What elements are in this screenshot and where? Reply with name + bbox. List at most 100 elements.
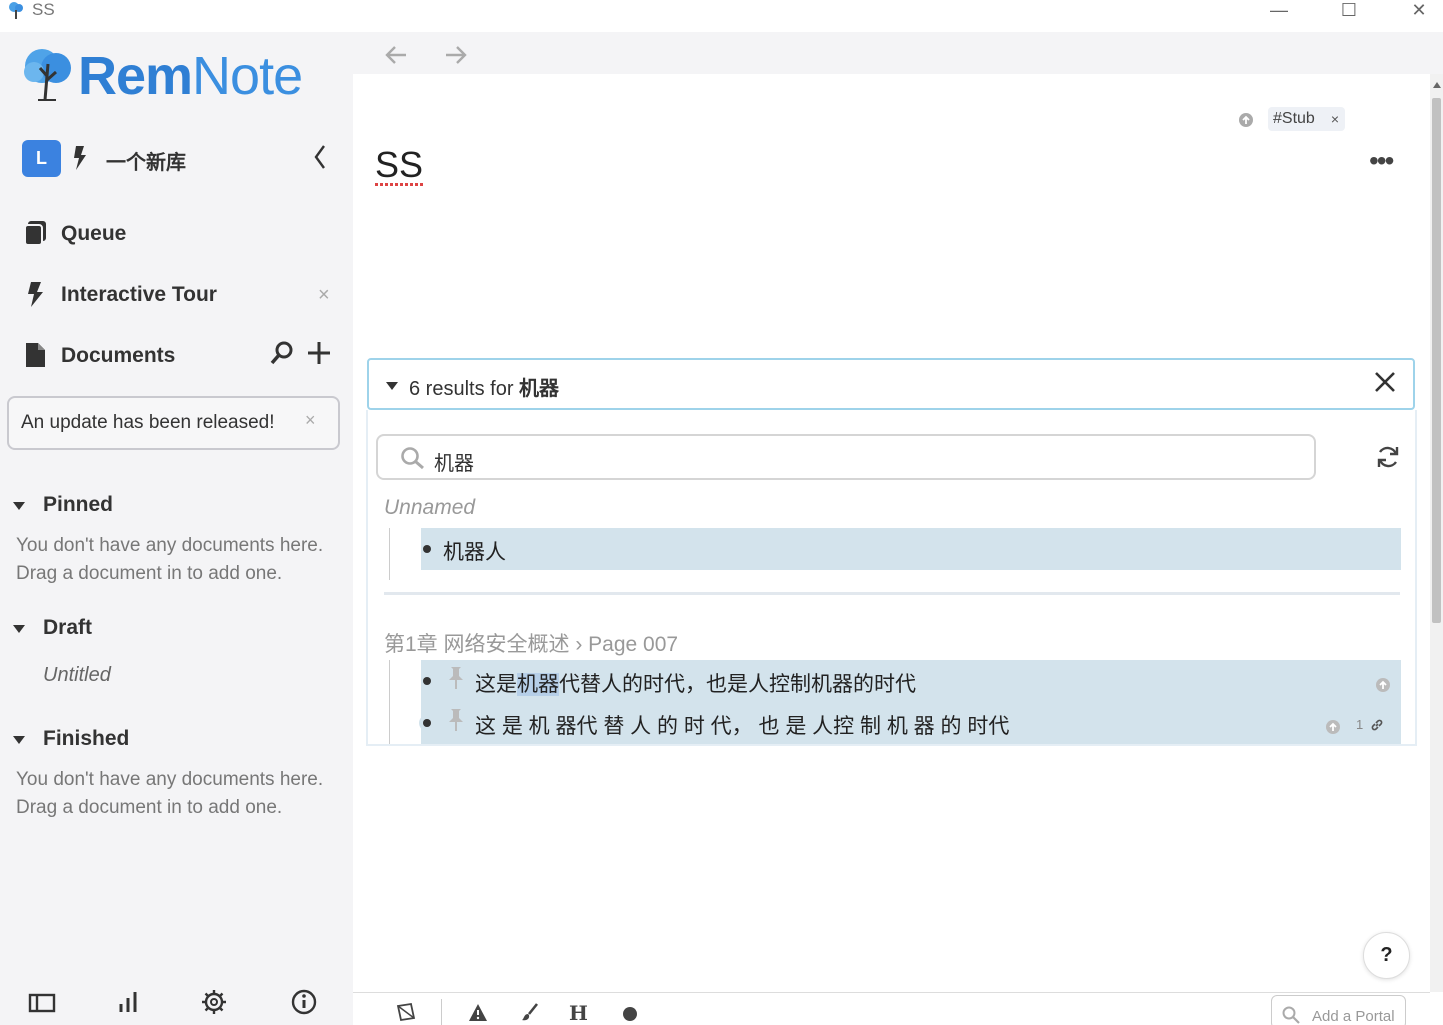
- sidebar-item-label: Documents: [61, 344, 176, 367]
- pinned-empty-text: You don't have any documents here. Drag …: [16, 535, 324, 584]
- scrollbar-thumb[interactable]: [1432, 98, 1441, 623]
- knowledge-base-switcher[interactable]: L 一个新库: [22, 140, 342, 178]
- result-text: 机器人: [443, 541, 506, 564]
- section-pinned-header[interactable]: Pinned: [12, 492, 312, 520]
- search-input-value: 机器: [434, 453, 474, 475]
- finished-empty-text: You don't have any documents here. Drag …: [16, 769, 324, 818]
- sidebar-item-label: Queue: [61, 222, 127, 245]
- add-portal-placeholder: Add a Portal: [1312, 1008, 1395, 1025]
- window-title: SS: [32, 0, 55, 19]
- more-options-button[interactable]: •••: [1369, 147, 1399, 176]
- result-row[interactable]: 这是机器代替人的时代，也是人控制机器的时代: [421, 660, 1401, 702]
- bullet-dot[interactable]: [419, 715, 435, 731]
- lightning-icon: [74, 146, 86, 170]
- statistics-icon[interactable]: [114, 988, 142, 1016]
- back-arrow-icon[interactable]: [384, 44, 408, 66]
- scroll-up-icon[interactable]: [1433, 82, 1441, 88]
- search-documents-icon[interactable]: [270, 340, 294, 366]
- reference-count: 1: [1356, 717, 1364, 732]
- sidebar-item-label: Interactive Tour: [61, 283, 217, 306]
- result-text: 这 是 机 器代 替 人 的 时 代， 也 是 人控 制 机 器 的 时代: [475, 715, 1010, 738]
- window-titlebar: SS — ☐ ✕: [0, 0, 1443, 32]
- search-icon: [1282, 1006, 1300, 1024]
- results-count-text: 6 results for 机器: [409, 378, 560, 400]
- document-icon: [26, 343, 45, 367]
- bullet-dot[interactable]: [423, 545, 431, 553]
- logo-text: RemNote: [78, 46, 303, 106]
- update-banner-text: An update has been released!: [21, 412, 275, 433]
- section-draft-header[interactable]: Draft: [12, 615, 312, 643]
- link-icon[interactable]: [1370, 718, 1384, 732]
- forward-arrow-icon[interactable]: [444, 44, 468, 66]
- document-scrollbar[interactable]: [1430, 74, 1443, 992]
- bottom-toolbar: H Add a Portal: [353, 992, 1430, 1025]
- flashcard-flip-icon[interactable]: [395, 1001, 417, 1023]
- settings-gear-icon[interactable]: [200, 988, 228, 1016]
- section-title: Pinned: [43, 493, 114, 516]
- group-indent-line: [389, 660, 390, 744]
- sidebar-item-interactive-tour[interactable]: Interactive Tour ×: [24, 277, 344, 313]
- stub-tag[interactable]: #Stub ×: [1268, 107, 1345, 131]
- caret-down-icon: [386, 382, 398, 390]
- search-results-panel: 机器 Unnamed 机器人 第1章 网络安全概述 › Page 007 这是机…: [366, 410, 1417, 746]
- add-document-icon[interactable]: [306, 338, 332, 368]
- sidebar-item-documents[interactable]: Documents: [24, 338, 344, 374]
- result-text: 这是机器代替人的时代，也是人控制机器的时代: [475, 673, 916, 696]
- document-title[interactable]: SS: [375, 144, 424, 186]
- section-title: Finished: [43, 727, 130, 750]
- remove-tag-icon[interactable]: ×: [1331, 107, 1339, 131]
- help-button[interactable]: ?: [1363, 932, 1410, 979]
- remnote-app-icon: [9, 2, 23, 19]
- pin-icon[interactable]: [447, 708, 465, 732]
- caret-down-icon: [13, 625, 25, 633]
- kb-name: 一个新库: [106, 152, 186, 174]
- close-window-button[interactable]: ✕: [1404, 0, 1434, 22]
- kb-avatar: L: [22, 140, 61, 177]
- close-tour-icon[interactable]: ×: [318, 285, 330, 305]
- maximize-button[interactable]: ☐: [1334, 0, 1364, 22]
- history-nav-bar: [353, 32, 1443, 74]
- toolbar-separator: [441, 999, 442, 1025]
- minimize-button[interactable]: —: [1264, 0, 1294, 22]
- flashcards-icon: [24, 221, 46, 246]
- bullet-dot[interactable]: [423, 677, 431, 685]
- upload-circle-icon[interactable]: [1238, 112, 1254, 128]
- close-results-icon[interactable]: [1373, 370, 1397, 394]
- draft-document-untitled[interactable]: Untitled: [43, 664, 111, 687]
- search-results-header[interactable]: 6 results for 机器: [367, 358, 1415, 410]
- add-portal-input[interactable]: Add a Portal: [1271, 995, 1406, 1025]
- bullet-circle-icon[interactable]: [619, 1001, 641, 1023]
- sidebar-bottom-bar: [0, 988, 353, 1025]
- document-pane: #Stub × SS ••• 6 results for 机器 机器 Unnam…: [353, 74, 1430, 992]
- update-banner[interactable]: An update has been released! ×: [7, 396, 340, 450]
- lightning-icon: [28, 282, 43, 307]
- section-finished-header[interactable]: Finished: [12, 726, 312, 754]
- sidebar-item-queue[interactable]: Queue: [24, 216, 344, 252]
- result-divider: [384, 592, 1400, 595]
- search-input[interactable]: 机器: [376, 434, 1316, 480]
- result-group-breadcrumb[interactable]: 第1章 网络安全概述 › Page 007: [384, 628, 678, 658]
- info-icon[interactable]: [290, 988, 318, 1016]
- result-row[interactable]: 这 是 机 器代 替 人 的 时 代， 也 是 人控 制 机 器 的 时代 1: [419, 702, 1401, 744]
- heading-icon[interactable]: H: [567, 1001, 589, 1023]
- upload-circle-icon[interactable]: [1375, 677, 1391, 693]
- panel-layout-icon[interactable]: [28, 988, 56, 1016]
- pin-icon[interactable]: [447, 666, 465, 690]
- tag-label: #Stub: [1273, 110, 1315, 127]
- result-row[interactable]: 机器人: [421, 528, 1401, 570]
- warning-icon[interactable]: [467, 1001, 489, 1023]
- section-title: Draft: [43, 616, 93, 639]
- group-indent-line: [389, 528, 390, 580]
- update-banner-close-icon[interactable]: ×: [305, 410, 316, 431]
- caret-down-icon: [13, 736, 25, 744]
- collapse-sidebar-icon[interactable]: [312, 142, 328, 172]
- brush-icon[interactable]: [519, 1001, 541, 1023]
- sidebar: RemNote L 一个新库 Queue Interactive Tour × …: [0, 32, 353, 1025]
- upload-circle-icon[interactable]: [1325, 719, 1341, 735]
- result-group-title[interactable]: Unnamed: [384, 496, 475, 520]
- caret-down-icon: [13, 502, 25, 510]
- refresh-icon[interactable]: [1376, 444, 1400, 470]
- search-icon: [401, 447, 424, 470]
- tree-logo-icon: [24, 49, 71, 101]
- svg-text:H: H: [569, 1001, 588, 1023]
